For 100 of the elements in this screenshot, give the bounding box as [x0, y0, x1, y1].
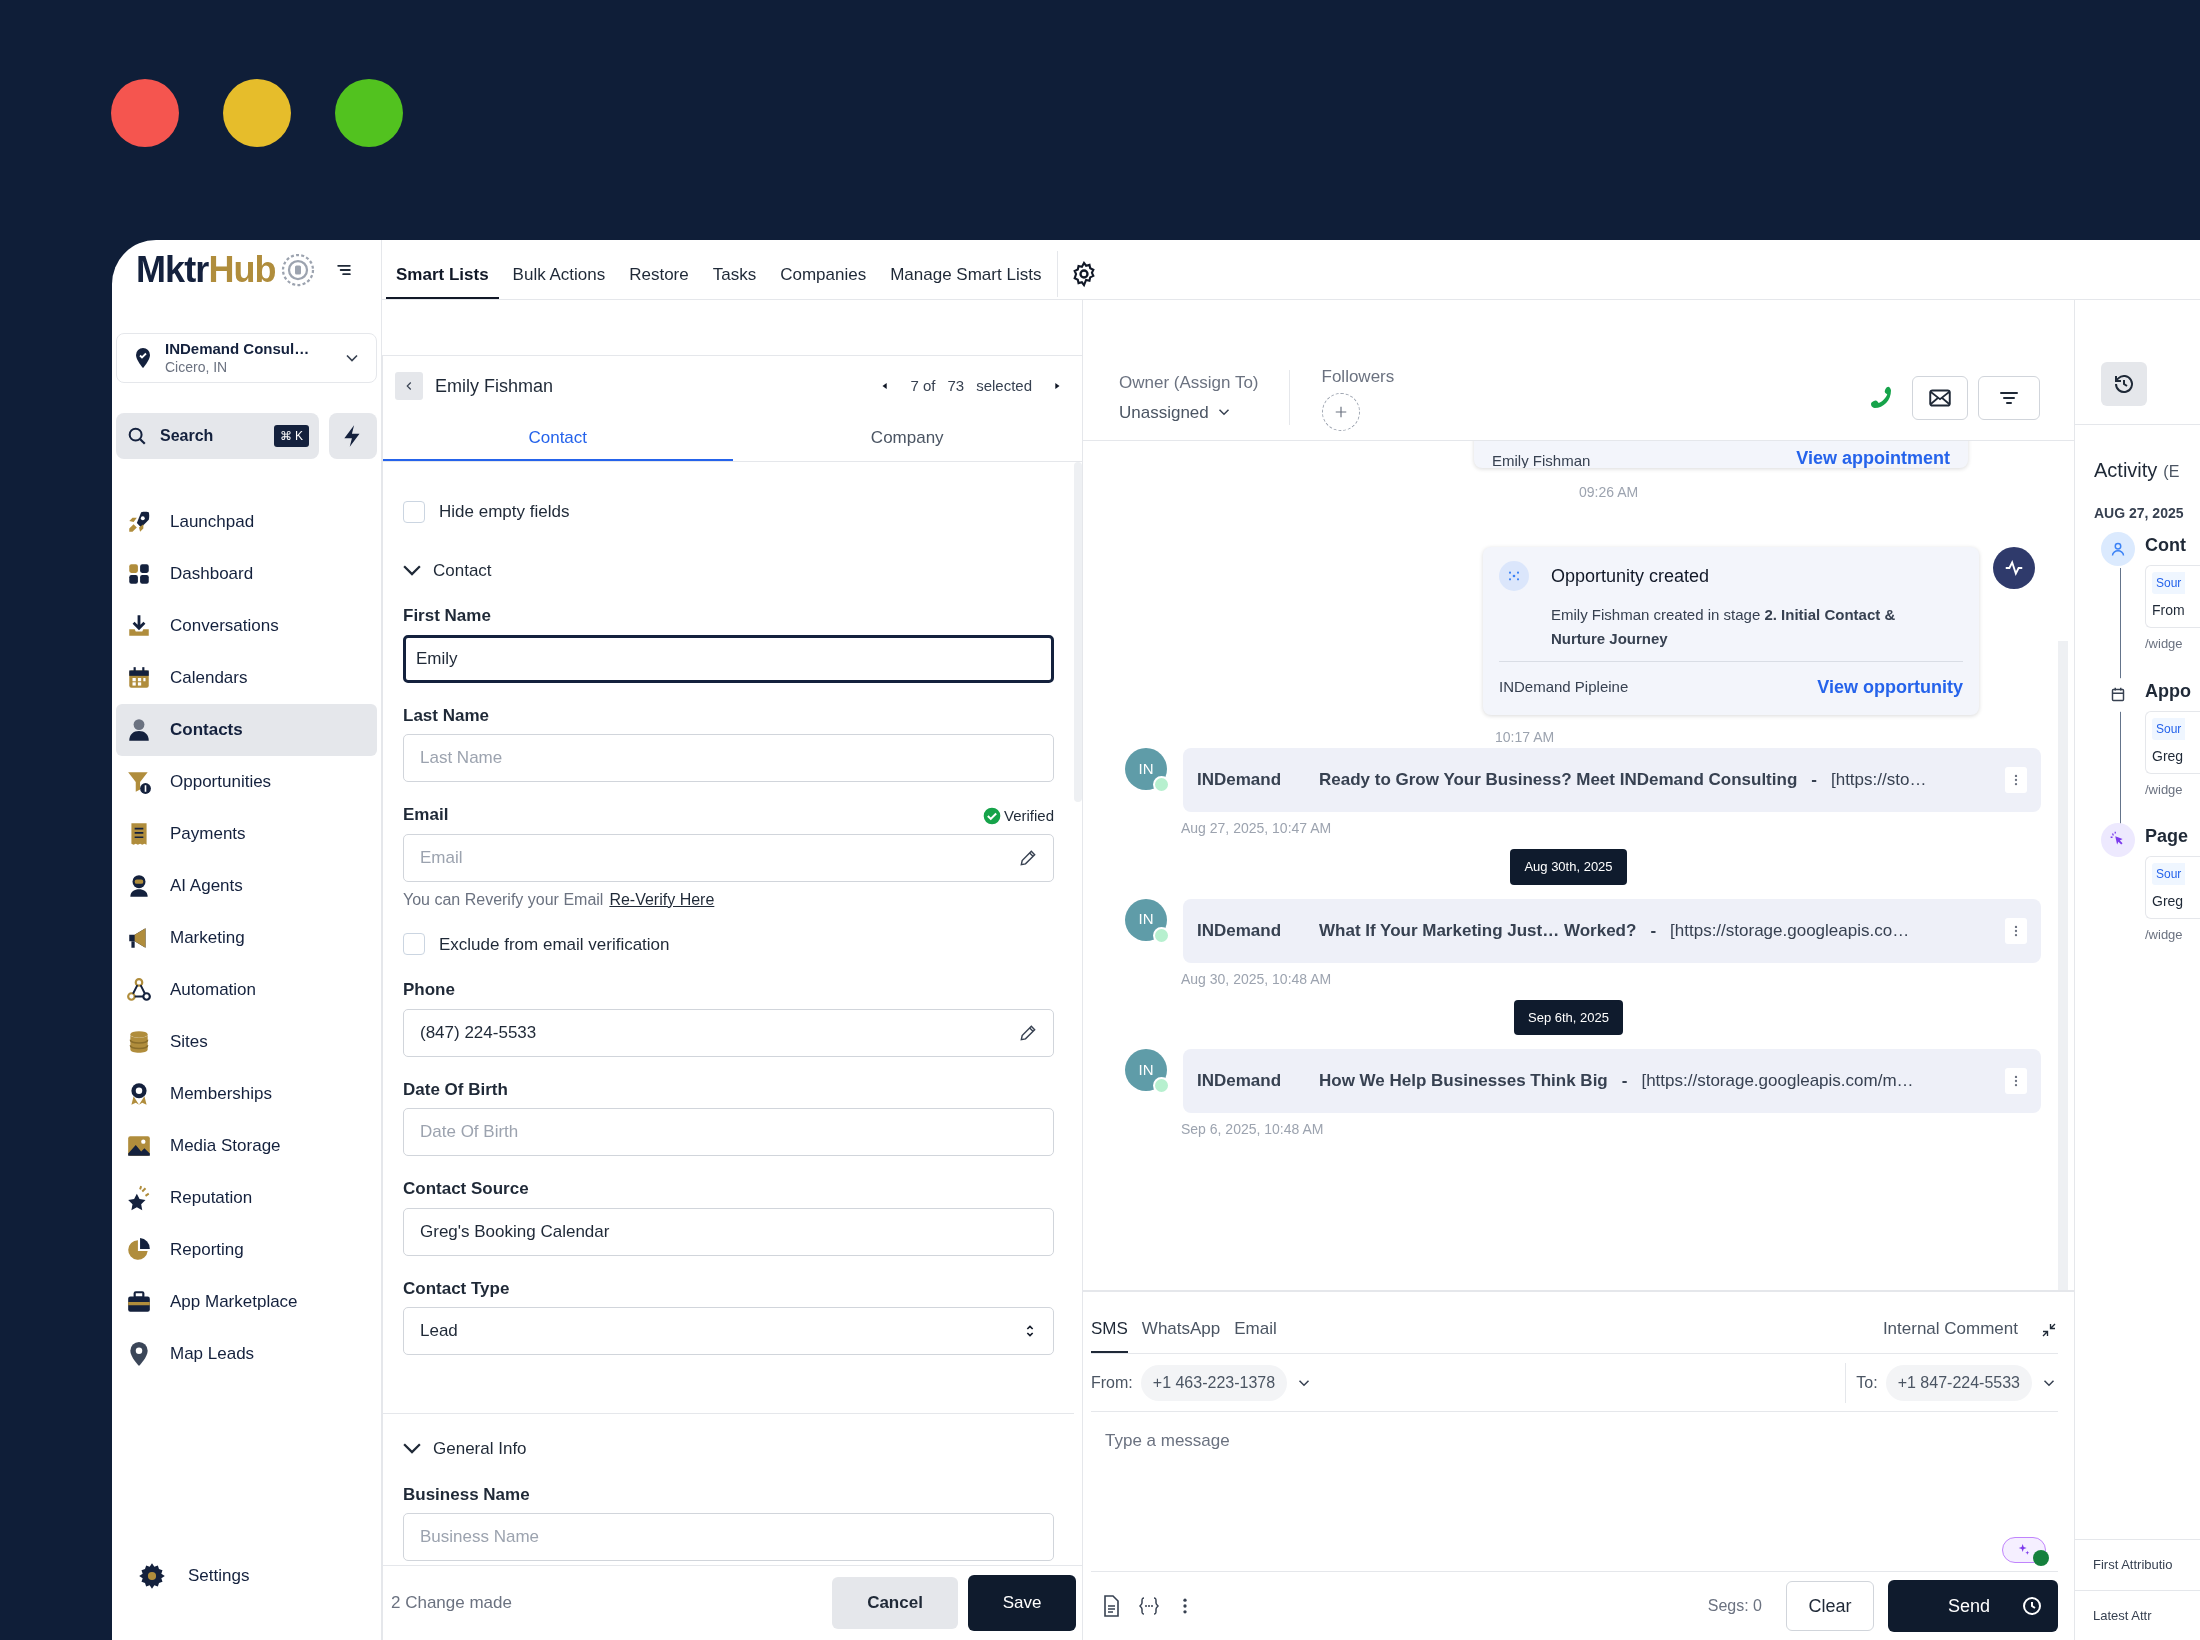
nav-tab[interactable]: Restore [619, 253, 699, 299]
card-text: Emily Fishman created in stage 2. Initial Contact & Nurture Journey [1551, 605, 1897, 649]
save-button[interactable]: Save [968, 1575, 1076, 1631]
panel-tab[interactable]: Company [732, 416, 1082, 461]
select-field[interactable]: Lead [403, 1307, 1054, 1355]
hint-text: You can Reverify your Email [403, 889, 604, 910]
sidebar-item[interactable]: Map Leads [116, 1328, 377, 1380]
next-icon[interactable] [1052, 381, 1062, 391]
nav-tab[interactable]: Bulk Actions [502, 253, 616, 299]
filter-button[interactable] [1978, 375, 2040, 420]
entry-text: From [2152, 601, 2186, 620]
scrollbar[interactable] [1074, 462, 1082, 802]
pencil-icon[interactable] [1018, 847, 1038, 868]
download-icon [126, 613, 152, 639]
sidebar-item[interactable]: Opportunities [116, 756, 377, 808]
internal-comment-tab[interactable]: Internal Comment [1882, 1315, 2018, 1353]
clear-button[interactable]: Clear [1786, 1581, 1874, 1631]
owner-label: Owner (Assign To) [1119, 372, 1259, 394]
channel-tab[interactable]: Email [1234, 1315, 1277, 1353]
email-message[interactable]: INDemand Ready to Grow Your Business? Meet INDemand Consulting - [https://sto… [1183, 748, 2041, 812]
nav-tab[interactable]: Smart Lists [386, 253, 499, 299]
input-field[interactable]: (847) 224-5533 [403, 1008, 1054, 1057]
sidebar-item[interactable]: Reporting [116, 1224, 377, 1276]
input-field[interactable]: Date Of Birth [403, 1108, 1054, 1156]
quick-actions-button[interactable] [329, 413, 377, 459]
sidebar-item[interactable]: Calendars [116, 652, 377, 704]
timestamp: 09:26 AM [1579, 483, 1639, 502]
view-opportunity-link[interactable]: View opportunity [1817, 674, 1963, 701]
sender-avatar: IN [1125, 898, 1167, 941]
email-message[interactable]: INDemand How We Help Businesses Think Big - [https://storage.googleapis.com/m… [1183, 1049, 2041, 1113]
sidebar-item[interactable]: Automation [116, 964, 377, 1016]
input-field[interactable]: Business Name [403, 1513, 1054, 1561]
email-subject: Ready to Grow Your Business? Meet INDemand Consulting [1319, 769, 1798, 792]
email-link: [https://storage.googleapis.com/m… [1641, 1070, 1915, 1093]
sidebar-item[interactable]: Dashboard [116, 548, 377, 600]
sidebar-item[interactable]: Launchpad [116, 496, 377, 548]
sidebar-item[interactable]: AI Agents [116, 860, 377, 912]
entry-text: Greg [2152, 746, 2185, 766]
checkbox-option[interactable]: Hide empty fields [403, 499, 1054, 525]
nav-tab[interactable]: Manage Smart Lists [880, 253, 1052, 299]
grid-icon [126, 561, 152, 587]
email-subject: What If Your Marketing Just… Worked? [1319, 919, 1637, 942]
channel-tab[interactable]: SMS [1091, 1315, 1128, 1353]
to-number[interactable]: +1 847-224-5533 [1885, 1364, 2032, 1401]
channel-tab[interactable]: WhatsApp [1141, 1315, 1221, 1353]
field-label: Phone [403, 979, 455, 1001]
sidebar-item[interactable]: Reputation [116, 1172, 377, 1224]
location-selector[interactable]: INDemand Consul… Cicero, IN [116, 333, 377, 383]
timestamp: 10:17 AM [1495, 728, 1555, 747]
input-field[interactable]: Greg's Booking Calendar [403, 1207, 1054, 1256]
nav-tab[interactable]: Tasks [702, 253, 767, 299]
search-button[interactable]: Search ⌘ K [116, 413, 319, 459]
image-icon [126, 1133, 152, 1159]
sender-name: INDemand [1197, 1070, 1283, 1093]
sidebar-item[interactable]: Marketing [116, 912, 377, 964]
sender-name: INDemand [1197, 769, 1283, 792]
segment-count: Segs: 0 [1707, 1596, 1762, 1616]
checkbox-option[interactable]: Exclude from email verification [403, 931, 1054, 957]
collapse-icon[interactable] [2040, 1321, 2058, 1339]
section-header[interactable]: General Info [403, 1436, 1054, 1462]
braces-icon[interactable] [1137, 1594, 1161, 1618]
ai-assist-button[interactable] [2002, 1537, 2046, 1563]
logo: MktrHub [136, 252, 276, 288]
scrollbar[interactable] [2058, 641, 2068, 1290]
pie-chart-icon [126, 1237, 152, 1263]
entry-path: /widge [2145, 635, 2184, 653]
attribution-label: Latest Attr [2093, 1606, 2152, 1625]
sidebar-item[interactable]: Memberships [116, 1068, 377, 1120]
input-field[interactable]: Emily [403, 634, 1054, 683]
sidebar-item[interactable]: Media Storage [116, 1120, 377, 1172]
timestamp: Aug 27, 2025, 10:47 AM [1181, 819, 1332, 838]
email-link: [https://storage.googleapis.co… [1670, 919, 1911, 942]
view-appointment-link[interactable]: View appointment [1796, 445, 1950, 468]
sidebar-item[interactable]: Contacts [116, 704, 377, 756]
source-tag: Sour [2152, 717, 2186, 740]
cancel-button[interactable]: Cancel [832, 1577, 958, 1629]
panel-tab[interactable]: Contact [383, 416, 733, 461]
send-button[interactable]: Send [1888, 1580, 2058, 1632]
location-city: Cicero, IN [165, 358, 229, 377]
field-label: Contact Source [403, 1178, 529, 1200]
nav-tab[interactable]: Companies [770, 253, 877, 299]
sidebar-item[interactable]: Conversations [116, 600, 377, 652]
reverify-link[interactable]: Re-Verify Here [609, 887, 715, 912]
history-button[interactable] [2101, 362, 2147, 406]
email-message[interactable]: INDemand What If Your Marketing Just… Worked? - [https://storage.googleapis.co… [1183, 898, 2041, 963]
sidebar-item[interactable]: Payments [116, 808, 377, 860]
input-field[interactable]: Email [403, 833, 1054, 882]
from-number[interactable]: +1 463-223-1378 [1140, 1364, 1288, 1401]
attribution-label: First Attributio [2093, 1556, 2173, 1575]
owner-dropdown[interactable]: Unassigned [1119, 399, 1259, 425]
activity-title: Activity [2094, 458, 2158, 483]
pencil-icon[interactable] [1018, 1022, 1038, 1043]
message-field[interactable]: Type a message [1091, 1412, 2058, 1537]
input-field[interactable]: Last Name [403, 734, 1054, 782]
date-chip: Sep 6th, 2025 [1514, 999, 1623, 1035]
sidebar-item[interactable]: App Marketplace [116, 1276, 377, 1328]
section-header[interactable]: Contact [403, 557, 1054, 583]
settings-item[interactable]: Settings [112, 1562, 381, 1590]
sidebar-item[interactable]: Sites [116, 1016, 377, 1068]
email-button[interactable] [1912, 375, 1968, 420]
